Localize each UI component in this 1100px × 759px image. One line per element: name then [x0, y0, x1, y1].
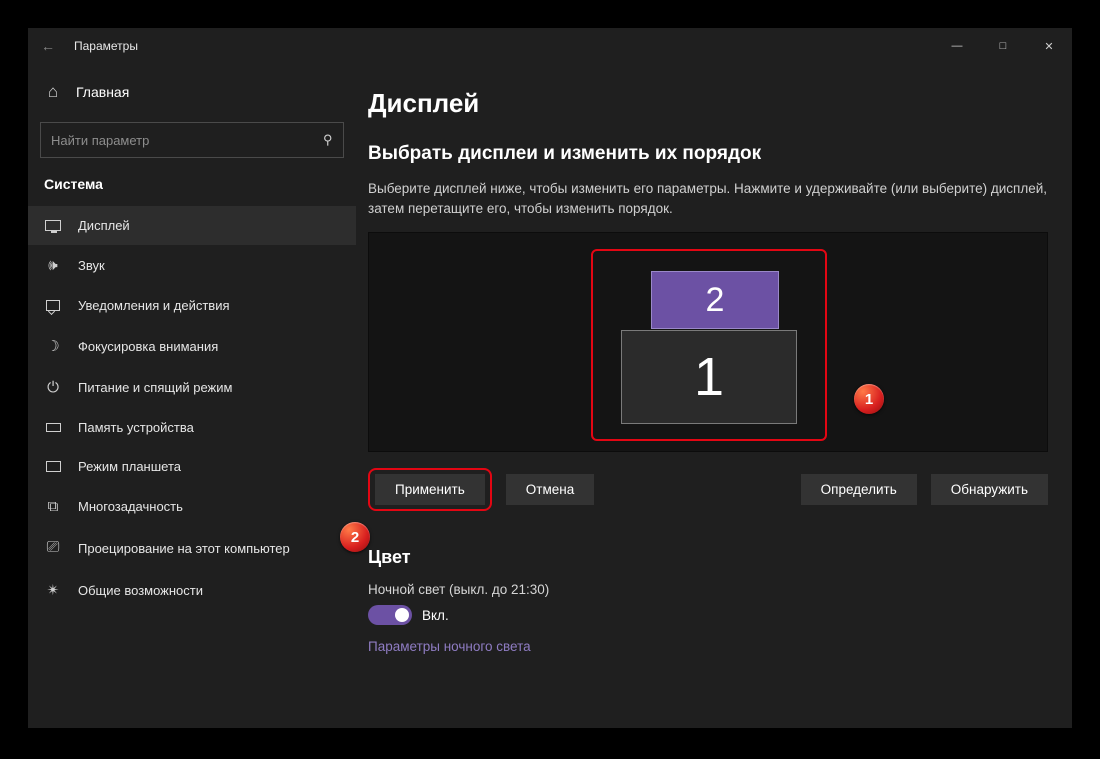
- apply-button[interactable]: Применить: [375, 474, 485, 505]
- power-icon: [44, 379, 62, 396]
- sidebar-item-label: Звук: [78, 258, 105, 273]
- sidebar: Главная Найти параметр ⚲ Система Дисплей…: [28, 64, 356, 728]
- sidebar-item-label: Питание и спящий режим: [78, 380, 232, 395]
- sidebar-home-label: Главная: [76, 84, 129, 100]
- sidebar-item-label: Уведомления и действия: [78, 298, 230, 313]
- night-light-status: Ночной свет (выкл. до 21:30): [368, 582, 1060, 597]
- sidebar-item-label: Память устройства: [78, 420, 194, 435]
- sidebar-item-label: Режим планшета: [78, 459, 181, 474]
- night-light-settings-link[interactable]: Параметры ночного света: [368, 639, 1060, 654]
- night-light-toggle[interactable]: [368, 605, 412, 625]
- sidebar-item-sound[interactable]: Звук: [28, 245, 356, 286]
- multitasking-icon: [44, 498, 62, 515]
- sidebar-item-focus[interactable]: Фокусировка внимания: [28, 325, 356, 367]
- annotation-marker-2: 2: [340, 522, 370, 552]
- maximize-button[interactable]: □: [980, 28, 1026, 64]
- sidebar-item-display[interactable]: Дисплей: [28, 206, 356, 245]
- sidebar-section-label: Система: [28, 176, 356, 206]
- night-light-toggle-label: Вкл.: [422, 608, 449, 623]
- close-button[interactable]: ✕: [1026, 28, 1072, 64]
- sidebar-item-label: Проецирование на этот компьютер: [78, 541, 290, 556]
- sidebar-item-tablet[interactable]: Режим планшета: [28, 447, 356, 486]
- search-placeholder: Найти параметр: [51, 133, 149, 148]
- search-input[interactable]: Найти параметр ⚲: [40, 122, 344, 158]
- notifications-icon: [44, 300, 62, 311]
- display-icon: [44, 220, 62, 231]
- cancel-button[interactable]: Отмена: [506, 474, 594, 505]
- display-number: 1: [694, 346, 724, 408]
- annotation-marker-1: 1: [854, 384, 884, 414]
- app-title: Параметры: [74, 39, 138, 53]
- night-light-toggle-row: Вкл.: [368, 605, 1060, 625]
- search-icon: ⚲: [323, 132, 333, 148]
- sidebar-item-storage[interactable]: Память устройства: [28, 408, 356, 447]
- sidebar-item-label: Дисплей: [78, 218, 130, 233]
- home-icon: [44, 82, 62, 102]
- page-title: Дисплей: [368, 88, 1060, 119]
- display-tile-2[interactable]: 2: [651, 271, 779, 329]
- sound-icon: [44, 257, 62, 274]
- window-controls: ― □ ✕: [934, 28, 1072, 64]
- sidebar-item-shared[interactable]: Общие возможности: [28, 569, 356, 611]
- annotation-apply-highlight: Применить: [368, 468, 492, 511]
- display-tile-1[interactable]: 1: [621, 330, 797, 424]
- sidebar-item-label: Общие возможности: [78, 583, 203, 598]
- sidebar-item-power[interactable]: Питание и спящий режим: [28, 367, 356, 408]
- arrange-description: Выберите дисплей ниже, чтобы изменить ег…: [368, 179, 1048, 218]
- sidebar-item-notifications[interactable]: Уведомления и действия: [28, 286, 356, 325]
- identify-button[interactable]: Определить: [801, 474, 917, 505]
- minimize-button[interactable]: ―: [934, 28, 980, 64]
- content-area: Дисплей Выбрать дисплеи и изменить их по…: [356, 64, 1072, 728]
- sidebar-item-label: Фокусировка внимания: [78, 339, 218, 354]
- sidebar-item-label: Многозадачность: [78, 499, 183, 514]
- color-heading: Цвет: [368, 547, 1060, 568]
- display-number: 2: [706, 281, 725, 320]
- sidebar-item-multitasking[interactable]: Многозадачность: [28, 486, 356, 527]
- annotation-marker-label: 1: [865, 391, 873, 408]
- annotation-marker-label: 2: [351, 529, 359, 546]
- settings-window: ← Параметры ― □ ✕ Главная Найти параметр…: [28, 28, 1072, 728]
- tablet-icon: [44, 461, 62, 472]
- storage-icon: [44, 423, 62, 432]
- sidebar-home[interactable]: Главная: [28, 74, 356, 110]
- back-button[interactable]: ←: [28, 38, 68, 54]
- titlebar: ← Параметры ― □ ✕: [28, 28, 1072, 64]
- sidebar-item-projecting[interactable]: Проецирование на этот компьютер: [28, 527, 356, 569]
- focus-icon: [44, 337, 62, 355]
- display-arrangement-area[interactable]: 2 1: [368, 232, 1048, 452]
- arrange-heading: Выбрать дисплеи и изменить их порядок: [368, 143, 1060, 165]
- shared-icon: [44, 581, 62, 599]
- detect-button[interactable]: Обнаружить: [931, 474, 1048, 505]
- projecting-icon: [44, 539, 62, 557]
- arrange-button-row: Применить Отмена Определить Обнаружить: [368, 468, 1048, 511]
